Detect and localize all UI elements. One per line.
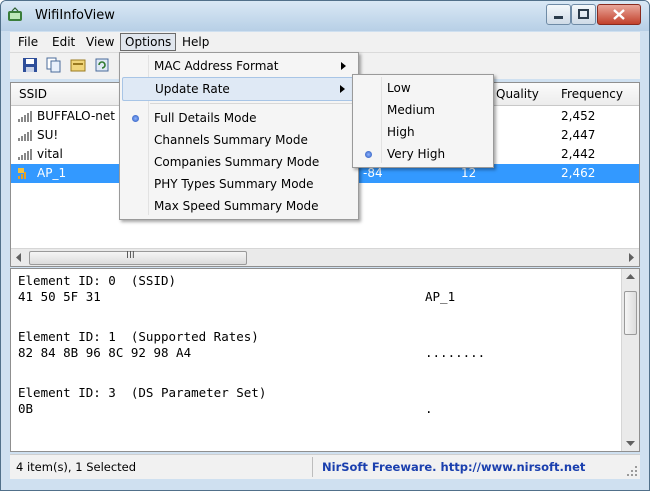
signal-icon (18, 149, 32, 160)
menu-item-full-details-mode[interactable]: Full Details Mode (122, 107, 354, 129)
menu-item-label: MAC Address Format (154, 59, 279, 73)
cell-frequency: 2,442 (561, 147, 596, 161)
menu-item-label: Channels Summary Mode (154, 133, 308, 147)
signal-icon (18, 130, 32, 141)
close-icon (613, 9, 625, 20)
menu-file[interactable]: File (14, 34, 42, 50)
minimize-button[interactable] (546, 4, 571, 25)
menu-item-label: PHY Types Summary Mode (154, 177, 314, 191)
detail-line: 82 84 8B 96 8C 92 98 A4 (18, 345, 192, 360)
detail-line: Element ID: 3 (DS Parameter Set) (18, 385, 267, 400)
menu-options[interactable]: Options (120, 33, 177, 51)
title-bar[interactable]: WifiInfoView (1, 1, 649, 31)
signal-lock-icon (18, 168, 26, 179)
save-icon[interactable] (22, 57, 38, 73)
menu-item-phy-types-summary-mode[interactable]: PHY Types Summary Mode (122, 173, 354, 195)
menu-item-label: Very High (387, 147, 446, 161)
cell-frequency: 2,462 (561, 166, 596, 180)
cell-ssid: BUFFALO-net (37, 109, 115, 123)
properties-icon[interactable] (70, 57, 86, 73)
status-divider (312, 457, 313, 477)
cell-quality: 12 (461, 166, 477, 180)
scroll-grip: III (126, 250, 135, 261)
detail-value: AP_1 (425, 289, 456, 304)
maximize-icon (578, 9, 589, 19)
radio-selected-icon (132, 115, 139, 122)
menu-item-label: High (387, 125, 415, 139)
submenu-arrow-icon (340, 85, 345, 93)
scroll-down-icon[interactable] (626, 439, 635, 447)
menu-item-label: Medium (387, 103, 435, 117)
radio-selected-icon (365, 151, 372, 158)
column-quality[interactable]: Quality (496, 87, 539, 101)
signal-icon (18, 111, 32, 122)
options-menu: MAC Address Format Update Rate Full Deta… (119, 52, 359, 220)
menu-item-update-rate[interactable]: Update Rate (122, 77, 354, 101)
cell-frequency: 2,452 (561, 109, 596, 123)
menu-bar: File Edit View Options Help (10, 32, 640, 53)
update-rate-submenu: Low Medium High Very High (352, 74, 494, 168)
cell-frequency: 2,447 (561, 128, 596, 142)
menu-item-label: Update Rate (155, 82, 230, 96)
cell-ssid: SU! (37, 128, 59, 142)
menu-item-very-high[interactable]: Very High (355, 143, 489, 165)
status-item-count: 4 item(s), 1 Selected (16, 460, 137, 474)
submenu-arrow-icon (341, 62, 346, 70)
menu-item-label: Companies Summary Mode (154, 155, 320, 169)
app-icon (8, 7, 22, 21)
menu-item-channels-summary-mode[interactable]: Channels Summary Mode (122, 129, 354, 151)
detail-value: ........ (425, 345, 486, 360)
detail-value: . (425, 401, 433, 416)
menu-item-label: Low (387, 81, 411, 95)
window-title: WifiInfoView (35, 8, 115, 23)
status-bar: 4 item(s), 1 Selected NirSoft Freeware. … (10, 454, 640, 479)
resize-grip-icon[interactable] (626, 465, 638, 477)
cell-ssid: AP_1 (37, 166, 67, 180)
menu-item-low[interactable]: Low (355, 77, 489, 99)
menu-item-mac-address-format[interactable]: MAC Address Format (122, 55, 354, 77)
menu-item-max-speed-summary-mode[interactable]: Max Speed Summary Mode (122, 195, 354, 217)
scroll-thumb[interactable] (624, 291, 637, 335)
detail-line: Element ID: 0 (SSID) (18, 273, 177, 288)
menu-item-label: Full Details Mode (154, 111, 257, 125)
refresh-icon[interactable] (94, 57, 110, 73)
menu-item-companies-summary-mode[interactable]: Companies Summary Mode (122, 151, 354, 173)
nirsoft-link[interactable]: NirSoft Freeware. http://www.nirsoft.net (322, 460, 585, 474)
minimize-icon (554, 16, 563, 19)
detail-line: 41 50 5F 31 (18, 289, 101, 304)
menu-item-label: Max Speed Summary Mode (154, 199, 319, 213)
details-pane[interactable]: Element ID: 0 (SSID) 41 50 5F 31 AP_1 El… (10, 268, 640, 452)
horizontal-scrollbar[interactable]: III (11, 248, 639, 266)
cell-ssid: vital (37, 147, 63, 161)
detail-line: Element ID: 1 (Supported Rates) (18, 329, 259, 344)
menu-edit[interactable]: Edit (48, 34, 79, 50)
column-ssid[interactable]: SSID (19, 87, 47, 101)
scroll-left-icon[interactable] (15, 253, 23, 262)
vertical-scrollbar[interactable] (621, 269, 639, 451)
column-frequency[interactable]: Frequency (561, 87, 623, 101)
scroll-thumb[interactable]: III (29, 250, 247, 265)
menu-item-high[interactable]: High (355, 121, 489, 143)
menu-separator (150, 103, 354, 104)
menu-help[interactable]: Help (178, 34, 213, 50)
detail-line: 0B (18, 401, 34, 416)
close-button[interactable] (597, 4, 641, 25)
app-window: WifiInfoView File Edit View Options Help… (0, 0, 650, 491)
copy-icon[interactable] (46, 57, 62, 73)
cell-signal: -84 (363, 166, 383, 180)
menu-view[interactable]: View (82, 34, 118, 50)
menu-item-medium[interactable]: Medium (355, 99, 489, 121)
maximize-button[interactable] (571, 4, 596, 25)
scroll-right-icon[interactable] (627, 253, 635, 262)
scroll-up-icon[interactable] (626, 273, 635, 281)
